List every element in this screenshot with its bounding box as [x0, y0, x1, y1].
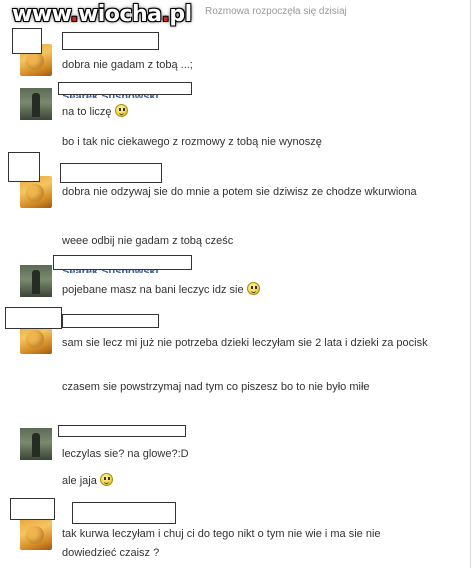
- window-border: [470, 0, 471, 568]
- chat-window: www.wiocha.pl Rozmowa rozpoczęła się dzi…: [0, 0, 475, 568]
- message-text: weee odbij nie gadam z tobą cześc: [62, 235, 234, 247]
- smiley-emoticon-icon: [246, 282, 260, 295]
- message-text: ale jaja: [62, 472, 432, 491]
- redacted-avatar-box: [10, 498, 55, 520]
- redacted-name-box: [62, 32, 159, 50]
- smiley-emoticon-icon: [114, 104, 128, 117]
- message-text: leczylas sie? na glowe?:D: [62, 448, 189, 460]
- conversation-started-label: Rozmowa rozpoczęła się dzisiaj: [205, 6, 347, 17]
- redacted-avatar-box: [12, 28, 42, 54]
- avatar[interactable]: [20, 518, 52, 550]
- smiley-emoticon-icon: [99, 473, 113, 486]
- message-text: czasem sie powstrzymaj nad tym co piszes…: [62, 381, 370, 393]
- message-text: tak kurwa leczyłam i chuj ci do tego nik…: [62, 528, 381, 559]
- avatar[interactable]: [20, 265, 52, 297]
- redacted-name-box: [58, 425, 186, 437]
- redacted-name-box: [62, 314, 159, 328]
- avatar[interactable]: [20, 428, 52, 460]
- message-text: pojebane masz na bani leczyc idz sie: [62, 281, 432, 300]
- message-text: sam sie lecz mi już nie potrzeba dzieki …: [62, 337, 428, 349]
- avatar[interactable]: [20, 88, 52, 120]
- redacted-name-box: [58, 82, 192, 95]
- redacted-avatar-box: [5, 307, 62, 329]
- message-text: dobra nie odzywaj sie do mnie a potem si…: [62, 186, 417, 198]
- message-text: na to liczę: [62, 103, 432, 122]
- watermark-logo: www.wiocha.pl: [12, 2, 192, 27]
- redacted-name-box: [72, 502, 176, 524]
- redacted-avatar-box: [8, 152, 40, 182]
- redacted-name-box: [53, 255, 192, 270]
- message-text: bo i tak nic ciekawego z rozmowy z tobą …: [62, 136, 322, 148]
- message-text: dobra nie gadam z tobą ...;: [62, 59, 193, 71]
- redacted-name-box: [60, 163, 162, 183]
